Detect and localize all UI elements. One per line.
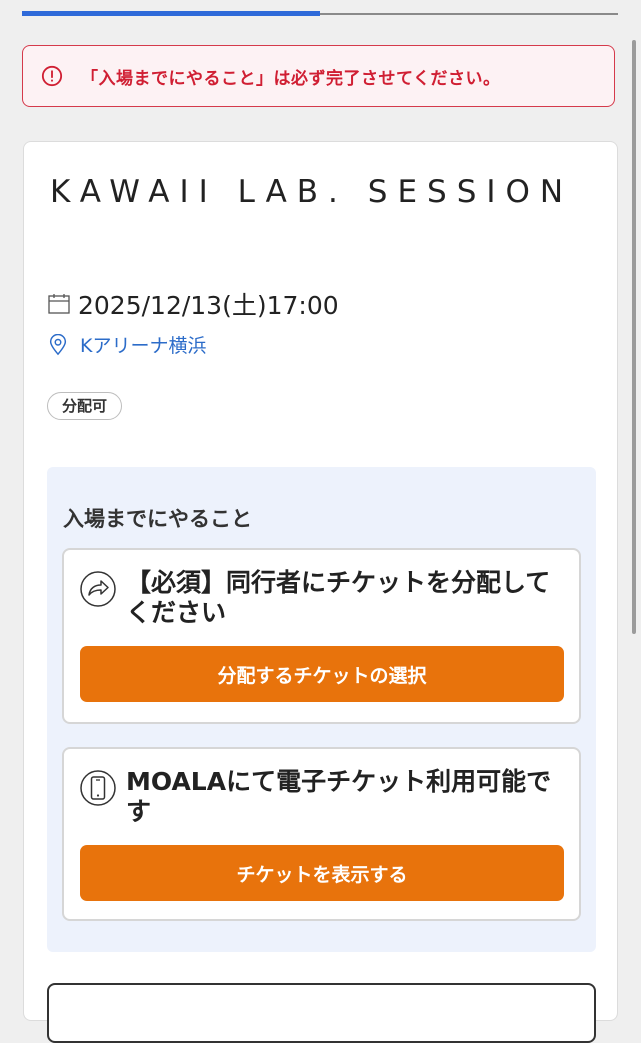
location-pin-icon [49, 333, 67, 355]
calendar-icon [48, 294, 70, 314]
task-card-eticket: MOALAにて電子チケット利用可能です チケットを表示する [62, 747, 581, 921]
show-ticket-button[interactable]: チケットを表示する [80, 845, 564, 901]
event-card: KAWAII LAB. SESSION 2025/12/13(土)17:00 K… [23, 141, 618, 1043]
event-venue-link[interactable]: Kアリーナ横浜 [80, 331, 206, 358]
todo-heading: 入場までにやること [63, 507, 252, 531]
alert-text: 「入場までにやること」は必ず完了させてください。 [81, 68, 501, 89]
event-date-row: 2025/12/13(土)17:00 [48, 286, 339, 322]
task-card-distribute: 【必須】同行者にチケットを分配してください 分配するチケットの選択 [62, 548, 581, 724]
smartphone-icon [80, 770, 116, 806]
progress-track [22, 11, 618, 16]
select-ticket-button[interactable]: 分配するチケットの選択 [80, 646, 564, 702]
distribution-badge: 分配可 [47, 392, 123, 420]
exclamation-circle-icon [41, 65, 63, 87]
scrollbar[interactable] [632, 40, 636, 634]
task-text: 【必須】同行者にチケットを分配してください [126, 568, 551, 627]
outlined-button-partial[interactable] [47, 983, 596, 1043]
event-venue-row[interactable]: Kアリーナ横浜 [48, 331, 206, 358]
event-title: KAWAII LAB. SESSION [50, 174, 574, 210]
event-date: 2025/12/13(土)17:00 [78, 291, 339, 320]
progress-fill [22, 11, 320, 16]
share-arrow-icon [80, 571, 116, 607]
required-alert: 「入場までにやること」は必ず完了させてください。 [22, 45, 615, 107]
task-text: MOALAにて電子チケット利用可能です [126, 767, 552, 826]
todo-panel: 入場までにやること 【必須】同行者にチケットを分配してください 分配するチケット… [47, 467, 596, 952]
